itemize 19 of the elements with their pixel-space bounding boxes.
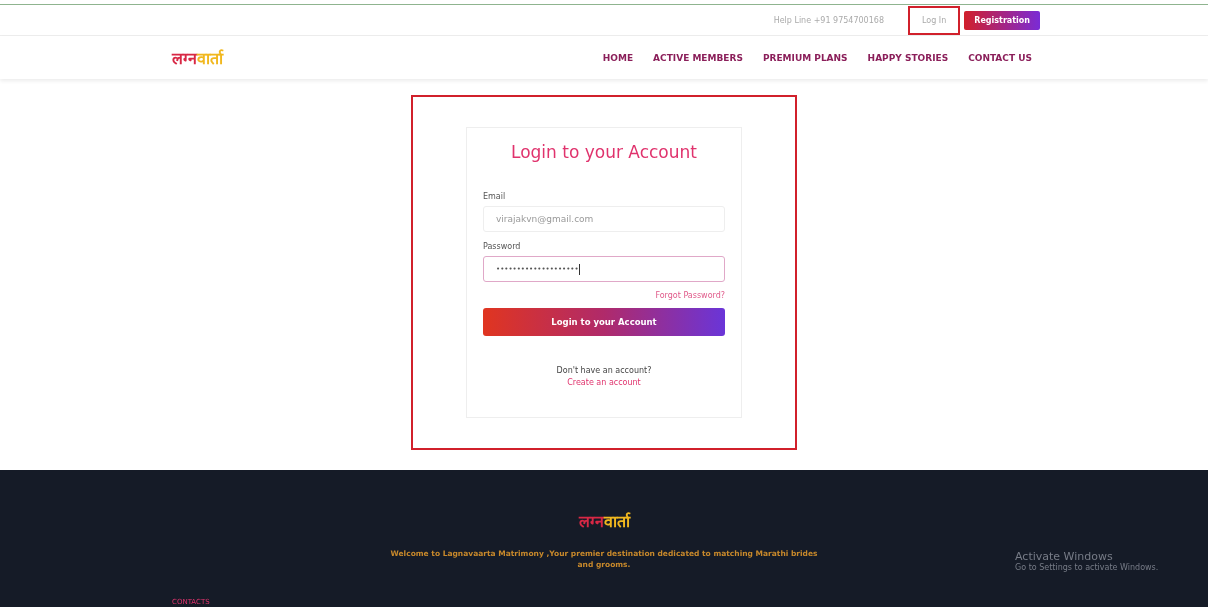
forgot-password-link[interactable]: Forgot Password? (655, 291, 725, 300)
signup-prompt: Don't have an account? (555, 366, 653, 375)
form-title: Login to your Account (510, 142, 698, 162)
site-logo[interactable]: लग्नवार्ता (172, 46, 223, 69)
registration-button[interactable]: Registration (964, 10, 1040, 30)
nav-link[interactable]: CONTACT US (968, 52, 1032, 63)
nav-link[interactable]: ACTIVE MEMBERS (653, 52, 743, 63)
activation-title: Activate Windows (1015, 550, 1114, 563)
nav-link[interactable]: PREMIUM PLANS (762, 52, 848, 63)
field-label: Password (483, 242, 522, 251)
nav-link[interactable]: HAPPY STORIES (867, 52, 949, 63)
email-field[interactable]: virajakvn@gmail.com (483, 206, 725, 232)
footer-logo: लग्नवार्ता (578, 511, 630, 532)
create-account-link[interactable]: Create an account (567, 378, 641, 387)
activation-text: Go to Settings to activate Windows. (1015, 563, 1159, 572)
nav-link[interactable]: HOME (602, 52, 634, 63)
field-label: Email (483, 192, 507, 201)
helpline-text: Help Line +91 9754700168 (773, 15, 884, 25)
login-button[interactable]: Login to your Account (483, 308, 725, 336)
